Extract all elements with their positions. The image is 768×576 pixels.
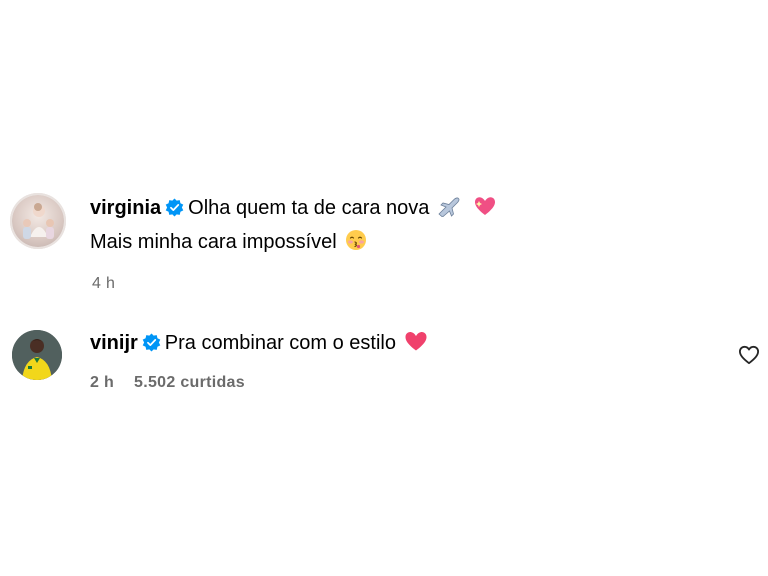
comment-first-line: virginia Olha quem ta de cara nova [90, 193, 768, 227]
comment-item: virginia Olha quem ta de cara nova Mais … [10, 193, 768, 293]
username[interactable]: virginia [90, 197, 161, 219]
username[interactable]: vinijr [90, 332, 138, 354]
comment-time[interactable]: 2 h [90, 374, 114, 392]
verified-badge-icon [142, 333, 161, 352]
avatar-photo-icon [10, 193, 66, 249]
comment-text-continuation: Mais minha cara impossível [90, 231, 337, 253]
sparkling-heart-emoji [473, 195, 497, 227]
comments-panel: virginia Olha quem ta de cara nova Mais … [0, 0, 768, 576]
comment-item: vinijr Pra combinar com o estilo 2 h 5.5… [10, 328, 768, 392]
comment-first-line: vinijr Pra combinar com o estilo [90, 328, 768, 362]
like-button[interactable] [738, 345, 760, 365]
comment-body: virginia Olha quem ta de cara nova Mais … [90, 193, 768, 293]
kissing-face-emoji [345, 229, 367, 261]
avatar[interactable] [10, 193, 66, 249]
likes-count[interactable]: 5.502 curtidas [134, 374, 245, 392]
avatar[interactable] [12, 330, 62, 380]
heart-outline-icon [739, 345, 759, 365]
comment-time[interactable]: 4 h [92, 275, 115, 293]
airplane-emoji [437, 195, 461, 227]
comment-meta: 2 h 5.502 curtidas [90, 374, 768, 392]
comment-text: Olha quem ta de cara nova [188, 197, 430, 219]
avatar-photo-icon [12, 330, 62, 380]
comment-meta: 4 h [92, 275, 768, 293]
comment-text: Pra combinar com o estilo [164, 332, 396, 354]
comment-body: vinijr Pra combinar com o estilo 2 h 5.5… [90, 328, 768, 392]
verified-badge-icon [165, 198, 184, 217]
heart-emoji [404, 330, 428, 362]
comment-second-line: Mais minha cara impossível [90, 227, 768, 261]
